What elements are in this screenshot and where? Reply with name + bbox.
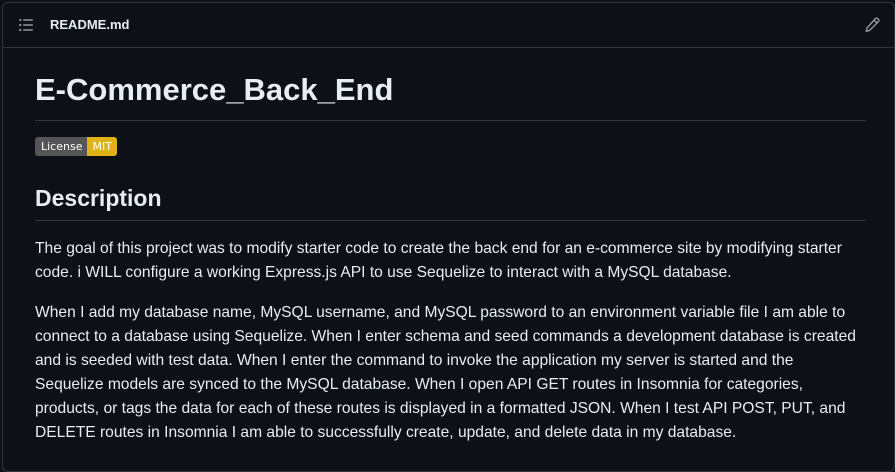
description-paragraph: When I add my database name, MySQL usern…	[35, 304, 856, 441]
pencil-icon	[865, 17, 880, 32]
description-heading: Description	[35, 182, 866, 221]
readme-file-panel: README.md E-Commerce_Back_End License MI…	[2, 2, 895, 472]
edit-file-button[interactable]	[862, 15, 882, 35]
file-name: README.md	[50, 17, 130, 32]
readme-title: E-Commerce_Back_End	[35, 48, 866, 121]
readme-content: E-Commerce_Back_End License MIT Descript…	[35, 48, 866, 445]
outline-button[interactable]	[16, 15, 36, 35]
list-unordered-icon	[19, 18, 33, 32]
description-paragraph: The goal of this project was to modify s…	[35, 240, 842, 281]
file-header: README.md	[3, 3, 894, 48]
license-badge-value: MIT	[87, 137, 117, 156]
license-badge-label: License	[35, 137, 88, 156]
license-badge[interactable]: License MIT	[35, 137, 117, 156]
